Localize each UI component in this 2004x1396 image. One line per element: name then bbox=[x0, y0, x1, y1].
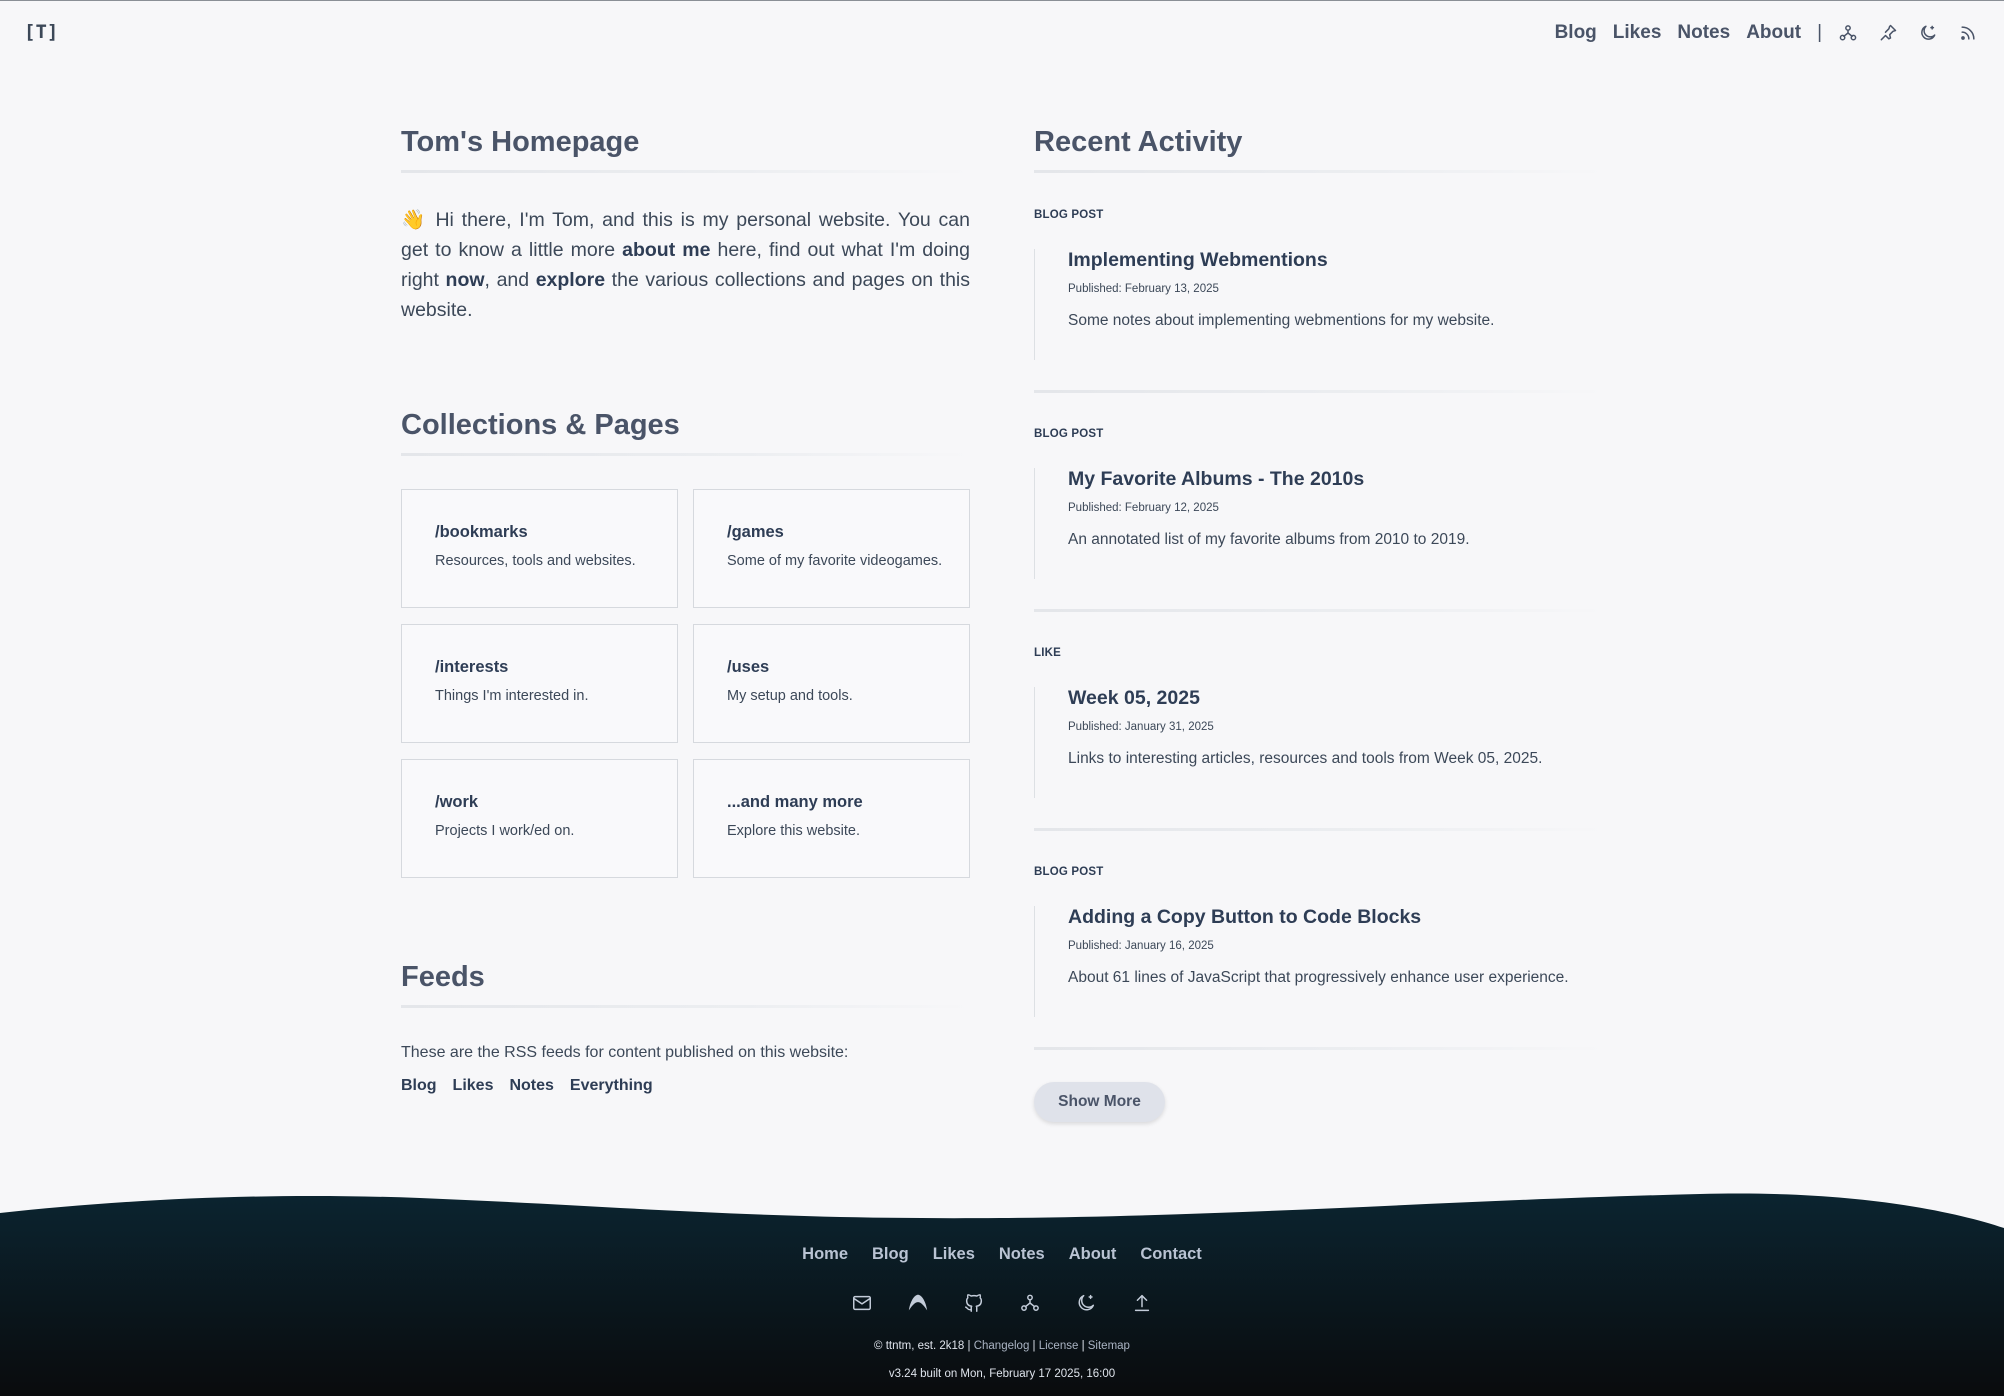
activity-type-label: BLOG POST bbox=[1034, 428, 1104, 440]
activity-description: About 61 lines of JavaScript that progre… bbox=[1068, 969, 1569, 986]
wave-emoji: 👋 bbox=[401, 209, 428, 231]
activity-description: Some notes about implementing webmention… bbox=[1068, 312, 1495, 329]
copyright-text: © ttntm, est. 2k18 | bbox=[874, 1340, 974, 1352]
rss-icon[interactable] bbox=[1948, 18, 1988, 48]
nav-about-link[interactable]: About bbox=[1746, 22, 1801, 44]
card-title[interactable]: /games bbox=[727, 523, 969, 542]
card-description: Some of my favorite videogames. bbox=[727, 553, 943, 569]
about-me-link[interactable]: about me bbox=[622, 239, 710, 261]
collection-card-bookmarks[interactable]: /bookmarks Resources, tools and websites… bbox=[401, 489, 678, 608]
moon-icon[interactable] bbox=[1908, 18, 1948, 48]
mastodon-icon[interactable] bbox=[890, 1292, 946, 1314]
collections-divider bbox=[401, 453, 970, 456]
site-logo[interactable]: [T] bbox=[24, 21, 58, 43]
activity-description: An annotated list of my favorite albums … bbox=[1068, 531, 1470, 548]
nav-likes-link[interactable]: Likes bbox=[1613, 22, 1662, 44]
show-more-button[interactable]: Show More bbox=[1034, 1082, 1165, 1122]
activity-item: Adding a Copy Button to Code Blocks Publ… bbox=[1034, 906, 1604, 1017]
upload-icon[interactable] bbox=[1114, 1292, 1170, 1314]
collection-card-games[interactable]: /games Some of my favorite videogames. bbox=[693, 489, 970, 608]
card-title[interactable]: ...and many more bbox=[727, 793, 969, 812]
footer-home-link[interactable]: Home bbox=[802, 1245, 848, 1264]
feeds-heading: Feeds bbox=[401, 961, 485, 993]
activity-date: Published: January 31, 2025 bbox=[1068, 721, 1214, 733]
pin-icon[interactable] bbox=[1868, 18, 1908, 48]
activity-type-label: BLOG POST bbox=[1034, 209, 1104, 221]
activity-item: Implementing Webmentions Published: Febr… bbox=[1034, 249, 1604, 360]
footer-contact-link[interactable]: Contact bbox=[1140, 1245, 1201, 1264]
feed-link-likes[interactable]: Likes bbox=[453, 1077, 494, 1095]
card-description: My setup and tools. bbox=[727, 688, 853, 704]
activity-item: My Favorite Albums - The 2010s Published… bbox=[1034, 468, 1604, 579]
intro-paragraph: 👋 Hi there, I'm Tom, and this is my pers… bbox=[401, 205, 970, 325]
footer-blog-link[interactable]: Blog bbox=[872, 1245, 909, 1264]
feeds-divider bbox=[401, 1005, 970, 1008]
activity-title-link[interactable]: Week 05, 2025 bbox=[1068, 687, 1604, 710]
collection-card-more[interactable]: ...and many more Explore this website. bbox=[693, 759, 970, 878]
build-info: v3.24 built on Mon, February 17 2025, 16… bbox=[888, 1368, 1116, 1380]
activity-item: Week 05, 2025 Published: January 31, 202… bbox=[1034, 687, 1604, 798]
webring-icon[interactable] bbox=[1828, 18, 1868, 48]
activity-date: Published: January 16, 2025 bbox=[1068, 940, 1214, 952]
nav-blog-link[interactable]: Blog bbox=[1555, 22, 1597, 44]
activity-date: Published: February 12, 2025 bbox=[1068, 502, 1219, 514]
activity-type-label: BLOG POST bbox=[1034, 866, 1104, 878]
activity-divider bbox=[1034, 828, 1604, 831]
collection-card-interests[interactable]: /interests Things I'm interested in. bbox=[401, 624, 678, 743]
footer-icons bbox=[0, 1292, 2004, 1314]
activity-divider bbox=[1034, 390, 1604, 393]
feeds-description: These are the RSS feeds for content publ… bbox=[401, 1044, 849, 1061]
intro-text-3: , and bbox=[484, 269, 536, 291]
card-description: Projects I work/ed on. bbox=[435, 823, 575, 839]
changelog-link[interactable]: Changelog bbox=[974, 1340, 1030, 1352]
activity-divider bbox=[1034, 170, 1604, 173]
feed-links: Blog Likes Notes Everything bbox=[401, 1077, 669, 1095]
feed-link-everything[interactable]: Everything bbox=[570, 1077, 653, 1095]
card-title[interactable]: /uses bbox=[727, 658, 969, 677]
footer-notes-link[interactable]: Notes bbox=[999, 1245, 1045, 1264]
webring-icon[interactable] bbox=[1002, 1292, 1058, 1314]
card-description: Resources, tools and websites. bbox=[435, 553, 636, 569]
page-title: Tom's Homepage bbox=[401, 126, 640, 158]
explore-link[interactable]: explore bbox=[536, 269, 605, 291]
license-link[interactable]: License bbox=[1039, 1340, 1079, 1352]
sitemap-link[interactable]: Sitemap bbox=[1088, 1340, 1130, 1352]
activity-type-label: LIKE bbox=[1034, 647, 1061, 659]
footer-likes-link[interactable]: Likes bbox=[933, 1245, 975, 1264]
nav-separator: | bbox=[1817, 22, 1822, 43]
github-icon[interactable] bbox=[946, 1292, 1002, 1314]
nav-notes-link[interactable]: Notes bbox=[1677, 22, 1730, 44]
activity-title-link[interactable]: Implementing Webmentions bbox=[1068, 249, 1604, 272]
activity-title-link[interactable]: My Favorite Albums - The 2010s bbox=[1068, 468, 1604, 491]
collections-heading: Collections & Pages bbox=[401, 409, 680, 441]
activity-description: Links to interesting articles, resources… bbox=[1068, 750, 1543, 767]
recent-activity-heading: Recent Activity bbox=[1034, 126, 1243, 158]
footer-copyright: © ttntm, est. 2k18 | Changelog | License… bbox=[0, 1340, 2004, 1352]
card-description: Things I'm interested in. bbox=[435, 688, 589, 704]
collection-card-work[interactable]: /work Projects I work/ed on. bbox=[401, 759, 678, 878]
moon-icon[interactable] bbox=[1058, 1292, 1114, 1314]
link-separator: | bbox=[1078, 1340, 1088, 1352]
feed-link-blog[interactable]: Blog bbox=[401, 1077, 437, 1095]
card-title[interactable]: /work bbox=[435, 793, 677, 812]
card-description: Explore this website. bbox=[727, 823, 860, 839]
footer-about-link[interactable]: About bbox=[1069, 1245, 1117, 1264]
card-title[interactable]: /bookmarks bbox=[435, 523, 677, 542]
now-link[interactable]: now bbox=[446, 269, 485, 291]
collection-card-uses[interactable]: /uses My setup and tools. bbox=[693, 624, 970, 743]
activity-divider bbox=[1034, 1047, 1604, 1050]
activity-divider bbox=[1034, 609, 1604, 612]
card-title[interactable]: /interests bbox=[435, 658, 677, 677]
footer-navigation: Home Blog Likes Notes About Contact bbox=[0, 1245, 2004, 1264]
activity-title-link[interactable]: Adding a Copy Button to Code Blocks bbox=[1068, 906, 1604, 929]
title-divider bbox=[401, 170, 970, 173]
mail-icon[interactable] bbox=[834, 1292, 890, 1314]
feed-link-notes[interactable]: Notes bbox=[509, 1077, 553, 1095]
activity-date: Published: February 13, 2025 bbox=[1068, 283, 1219, 295]
link-separator: | bbox=[1029, 1340, 1039, 1352]
top-navigation: Blog Likes Notes About | bbox=[1539, 18, 1988, 48]
